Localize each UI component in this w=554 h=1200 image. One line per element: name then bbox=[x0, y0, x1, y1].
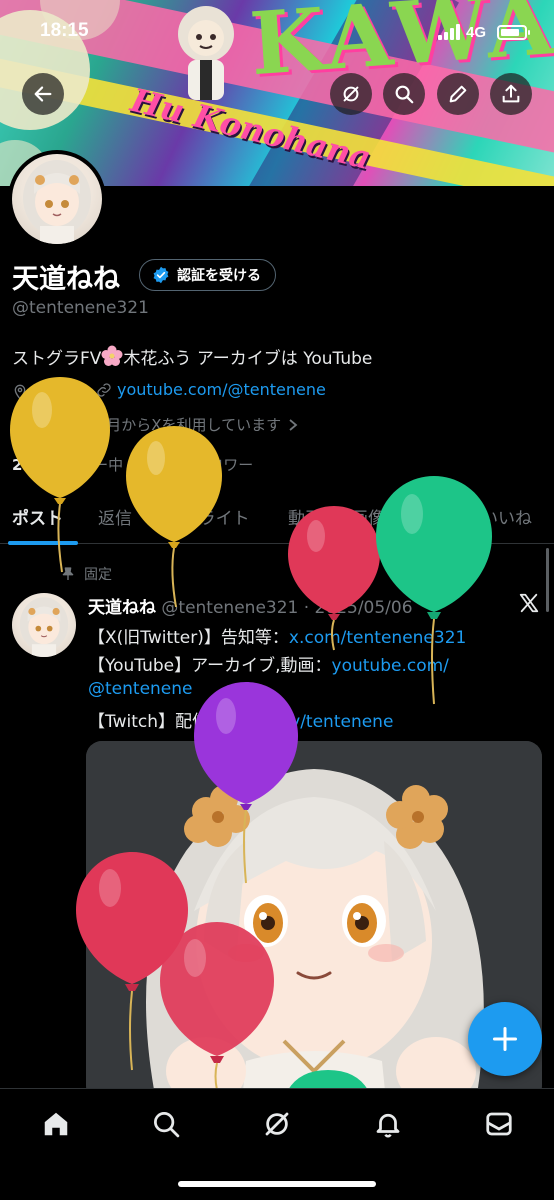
cherry-blossom-icon bbox=[101, 345, 123, 366]
profile-avatar[interactable] bbox=[8, 150, 106, 248]
profile-bio: ストグラFV 木花ふう アーカイブは YouTube bbox=[12, 344, 372, 369]
signal-icon bbox=[438, 24, 460, 40]
website-text: youtube.com/@tentenene bbox=[117, 380, 326, 399]
share-button[interactable] bbox=[490, 73, 532, 115]
profile-website-link[interactable]: youtube.com/@tentenene bbox=[96, 380, 326, 399]
red-balloon-1 bbox=[288, 506, 380, 651]
post-link-youtube-handle[interactable]: @tentenene bbox=[88, 679, 193, 699]
post-line1-text: 【X(旧Twitter)】告知等： bbox=[88, 628, 289, 648]
purple-balloon bbox=[194, 682, 298, 884]
green-balloon-partial bbox=[288, 1070, 368, 1090]
grok-nav-icon[interactable] bbox=[262, 1109, 292, 1139]
home-indicator bbox=[178, 1181, 376, 1187]
battery-icon bbox=[497, 25, 530, 40]
avatar-art-small bbox=[19, 597, 69, 657]
get-verified-label: 認証を受ける bbox=[177, 268, 261, 284]
yellow-balloon-2 bbox=[126, 426, 222, 608]
post-line-youtube-cont: @tentenene bbox=[88, 679, 193, 699]
search-icon bbox=[395, 85, 414, 104]
bio-text-end: 木花ふう アーカイブは YouTube bbox=[123, 349, 373, 369]
profile-display-name: 天道ねね bbox=[12, 264, 120, 295]
messages-icon[interactable] bbox=[484, 1109, 514, 1139]
search-button[interactable] bbox=[383, 73, 425, 115]
back-icon bbox=[34, 86, 52, 102]
chevron-right-icon bbox=[289, 418, 298, 431]
compose-button[interactable] bbox=[468, 1002, 542, 1076]
post-line2-text: 【YouTube】アーカイブ,動画： bbox=[88, 656, 332, 676]
status-time: 18:15 bbox=[40, 20, 89, 41]
grok-button[interactable] bbox=[330, 73, 372, 115]
scrollbar[interactable] bbox=[546, 548, 549, 612]
status-bar: 18:15 4G bbox=[0, 0, 554, 60]
compose-icon bbox=[492, 1026, 518, 1052]
bio-text-start: ストグラFV bbox=[12, 349, 102, 369]
green-balloon bbox=[376, 476, 492, 705]
edit-button[interactable] bbox=[437, 73, 479, 115]
profile-handle: @tentenene321 bbox=[12, 298, 149, 318]
network-type: 4G bbox=[466, 24, 487, 41]
notifications-icon[interactable] bbox=[373, 1109, 403, 1139]
yellow-balloon-1 bbox=[10, 377, 110, 573]
post-author-avatar[interactable] bbox=[12, 593, 76, 657]
red-balloon-3 bbox=[160, 922, 274, 1090]
avatar-art bbox=[23, 160, 91, 244]
back-button[interactable] bbox=[22, 73, 64, 115]
explore-icon[interactable] bbox=[151, 1109, 181, 1139]
home-icon[interactable] bbox=[41, 1109, 71, 1139]
grok-icon bbox=[343, 86, 359, 102]
edit-icon bbox=[449, 85, 467, 103]
x-logo-icon[interactable] bbox=[518, 592, 540, 614]
verified-badge-icon bbox=[153, 266, 169, 284]
share-icon bbox=[502, 84, 520, 103]
get-verified-button[interactable]: 認証を受ける bbox=[139, 259, 276, 291]
